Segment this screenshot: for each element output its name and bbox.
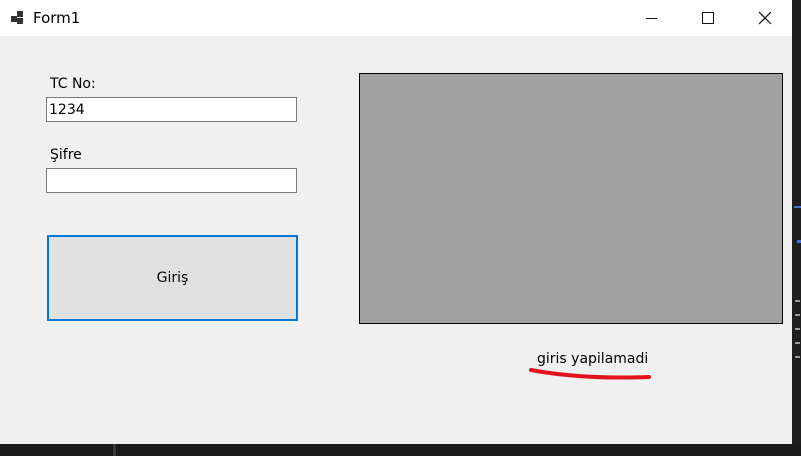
background-editor-edge xyxy=(792,0,801,456)
password-label: Şifre xyxy=(50,147,82,163)
close-button[interactable] xyxy=(742,0,788,36)
maximize-icon xyxy=(702,12,714,24)
maximize-button[interactable] xyxy=(685,0,731,36)
background-editor-mark xyxy=(797,240,801,243)
background-taskbar-strip xyxy=(0,444,801,456)
background-editor-text xyxy=(795,300,801,380)
title-bar[interactable]: Form1 xyxy=(0,0,792,36)
minimize-icon xyxy=(645,17,657,19)
form-window: Form1 TC No: Şifre Giriş giris yapilamad… xyxy=(0,0,792,444)
tc-no-input[interactable] xyxy=(46,97,297,122)
background-editor-mark xyxy=(794,206,801,208)
tc-no-label: TC No: xyxy=(50,76,96,92)
red-underline-annotation xyxy=(529,368,651,380)
picture-box xyxy=(359,73,783,324)
close-icon xyxy=(758,11,772,25)
password-input[interactable] xyxy=(46,168,297,193)
app-window-icon xyxy=(11,11,27,25)
login-button[interactable]: Giriş xyxy=(47,235,298,321)
background-separator xyxy=(113,444,116,456)
status-label: giris yapilamadi xyxy=(537,351,649,367)
window-title: Form1 xyxy=(33,9,81,27)
minimize-button[interactable] xyxy=(628,0,674,36)
